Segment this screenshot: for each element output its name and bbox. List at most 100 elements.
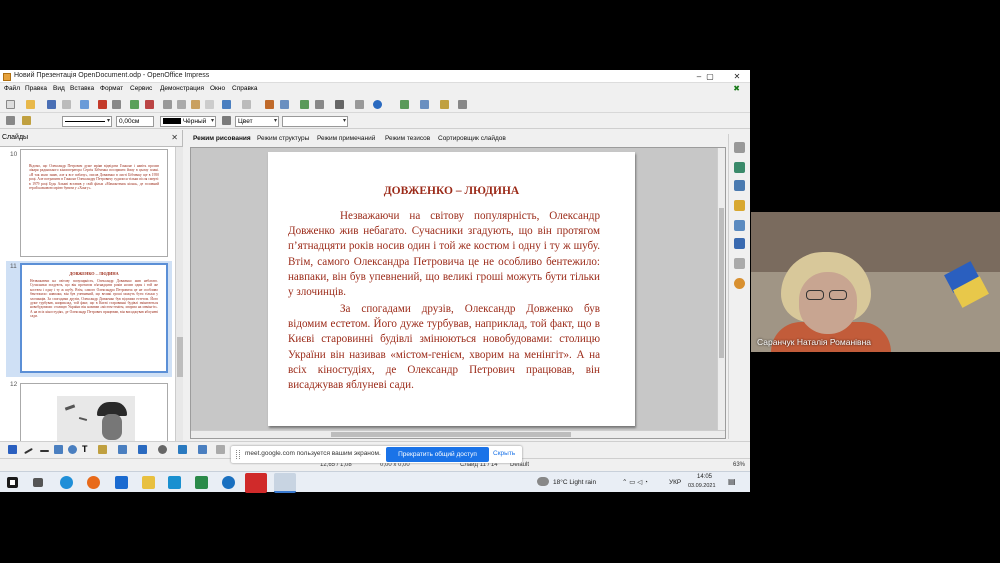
hyperlink-icon[interactable] — [300, 100, 309, 109]
slide-canvas[interactable]: ДОВЖЕНКО – ЛЮДИНА Незважаючи на світову … — [190, 147, 726, 439]
media-player-icon[interactable] — [168, 476, 181, 489]
styles-icon[interactable] — [734, 238, 745, 249]
clock-time[interactable]: 14:05 — [697, 474, 712, 480]
slide-title[interactable]: ДОВЖЕНКО – ЛЮДИНА — [268, 185, 635, 197]
menu-slideshow[interactable]: Демонстрация — [160, 85, 204, 92]
basic-shapes-icon[interactable] — [138, 445, 147, 454]
redo-icon[interactable] — [242, 100, 251, 109]
menu-edit[interactable]: Правка — [25, 85, 47, 92]
custom-animation-icon[interactable] — [734, 200, 745, 211]
line-style-icon[interactable] — [6, 116, 15, 125]
connector-icon[interactable] — [118, 445, 127, 454]
draw-functions-icon[interactable] — [335, 100, 344, 109]
canvas-horizontal-scrollbar[interactable] — [191, 430, 725, 438]
area-color-select[interactable]: ▾ — [282, 116, 348, 127]
line-tool-icon[interactable] — [24, 447, 33, 455]
email-icon[interactable] — [62, 100, 71, 109]
navigator-icon[interactable] — [734, 278, 745, 289]
spellcheck-icon[interactable] — [130, 100, 139, 109]
weather-text[interactable]: 18°C Light rain — [553, 479, 596, 486]
menu-view[interactable]: Вид — [53, 85, 65, 92]
navigator-icon[interactable] — [458, 100, 467, 109]
cut-icon[interactable] — [163, 100, 172, 109]
text-tool-icon[interactable]: T — [82, 445, 91, 454]
scrollbar-thumb[interactable] — [719, 208, 724, 358]
menu-format[interactable]: Формат — [100, 85, 123, 92]
firefox-icon[interactable] — [87, 476, 100, 489]
scrollbar-thumb[interactable] — [177, 337, 183, 377]
clone-format-icon[interactable] — [205, 100, 214, 109]
save-icon[interactable] — [47, 100, 56, 109]
line-color-select[interactable]: Чёрный ▾ — [160, 116, 216, 127]
tab-slide-sorter[interactable]: Сортировщик слайдов — [438, 135, 506, 142]
tab-handout-view[interactable]: Режим тезисов — [385, 135, 430, 142]
hide-banner-link[interactable]: Скрыть — [493, 450, 515, 457]
keyboard-language[interactable]: УКР — [669, 479, 681, 486]
line-width-field[interactable]: 0,00см — [116, 116, 154, 127]
arrow-line-icon[interactable] — [40, 450, 49, 452]
slide-thumbnails[interactable]: 10 Відомо, що Олександр Петрович дуже мр… — [0, 146, 183, 442]
print-icon[interactable] — [112, 100, 121, 109]
maximize-button[interactable]: ▢ — [704, 71, 716, 82]
slide-paragraph-2[interactable]: За спогадами друзів, Олександр Довженко … — [288, 302, 600, 393]
windows-start-icon[interactable] — [7, 477, 18, 488]
scrollbar-thumb[interactable] — [331, 432, 571, 437]
store-icon[interactable] — [195, 476, 208, 489]
callouts-icon[interactable] — [216, 445, 225, 454]
zoom-level[interactable]: 63% — [733, 462, 745, 468]
internet-explorer-icon[interactable] — [222, 476, 235, 489]
copy-icon[interactable] — [177, 100, 186, 109]
canvas-vertical-scrollbar[interactable] — [717, 148, 725, 430]
undo-icon[interactable] — [222, 100, 231, 109]
recording-app-icon[interactable] — [245, 473, 267, 493]
paste-icon[interactable] — [191, 100, 200, 109]
stop-sharing-button[interactable]: Прекратить общий доступ — [386, 447, 489, 462]
curve-tool-icon[interactable] — [98, 445, 107, 454]
display-grid-icon[interactable] — [315, 100, 324, 109]
slide-layout-icon[interactable] — [420, 100, 429, 109]
menu-help[interactable]: Справка — [232, 85, 258, 92]
flowchart-icon[interactable] — [198, 445, 207, 454]
zoom-icon[interactable] — [355, 100, 364, 109]
clock-date[interactable]: 03.09.2021 — [688, 483, 716, 489]
impress-taskbar-icon[interactable] — [274, 473, 296, 493]
tray-icons[interactable]: ⌃ ▭ ◁ ◔ — [622, 478, 648, 486]
select-arrow-icon[interactable] — [8, 445, 17, 454]
slide-paragraph-1[interactable]: Незважаючи на світову популярність, Олек… — [288, 209, 600, 300]
help-icon[interactable] — [373, 100, 382, 109]
autospell-icon[interactable] — [145, 100, 154, 109]
line-style-select[interactable]: ▾ — [62, 116, 112, 127]
slide-thumbnail-10[interactable]: Відомо, що Олександр Петрович дуже мріяв… — [20, 149, 168, 257]
menu-tools[interactable]: Сервис — [130, 85, 152, 92]
new-document-icon[interactable] — [6, 100, 15, 109]
close-document-icon[interactable]: ✖ — [733, 84, 740, 93]
tab-outline-view[interactable]: Режим структуры — [257, 135, 309, 142]
tab-drawing-view[interactable]: Режим рисования — [193, 135, 251, 142]
mail-icon[interactable] — [115, 476, 128, 489]
task-view-icon[interactable] — [33, 478, 43, 487]
properties-icon[interactable] — [734, 162, 745, 173]
close-panel-icon[interactable]: ✕ — [171, 133, 178, 142]
slide-icon[interactable] — [400, 100, 409, 109]
thumbnails-scrollbar[interactable] — [175, 147, 183, 442]
drag-handle-icon[interactable] — [236, 450, 240, 459]
edge-browser-icon[interactable] — [60, 476, 73, 489]
notifications-icon[interactable]: ▤ — [728, 477, 736, 486]
slide-show-icon[interactable] — [440, 100, 449, 109]
block-arrows-icon[interactable] — [178, 445, 187, 454]
area-style-select[interactable]: Цвет ▾ — [235, 116, 279, 127]
edit-file-icon[interactable] — [80, 100, 89, 109]
tab-notes-view[interactable]: Режим примечаний — [317, 135, 375, 142]
export-pdf-icon[interactable] — [98, 100, 107, 109]
area-style-icon[interactable] — [222, 116, 231, 125]
current-slide[interactable]: ДОВЖЕНКО – ЛЮДИНА Незважаючи на світову … — [268, 152, 635, 426]
arrow-style-icon[interactable] — [22, 116, 31, 125]
participant-video-tile[interactable]: Саранчук Наталія Романівна — [751, 212, 1000, 352]
table-icon[interactable] — [280, 100, 289, 109]
slide-thumbnail-12[interactable] — [20, 383, 168, 442]
close-window-button[interactable]: ✕ — [731, 71, 743, 82]
open-folder-icon[interactable] — [26, 100, 35, 109]
rectangle-icon[interactable] — [54, 445, 63, 454]
ellipse-icon[interactable] — [68, 445, 77, 454]
menu-window[interactable]: Окно — [210, 85, 225, 92]
